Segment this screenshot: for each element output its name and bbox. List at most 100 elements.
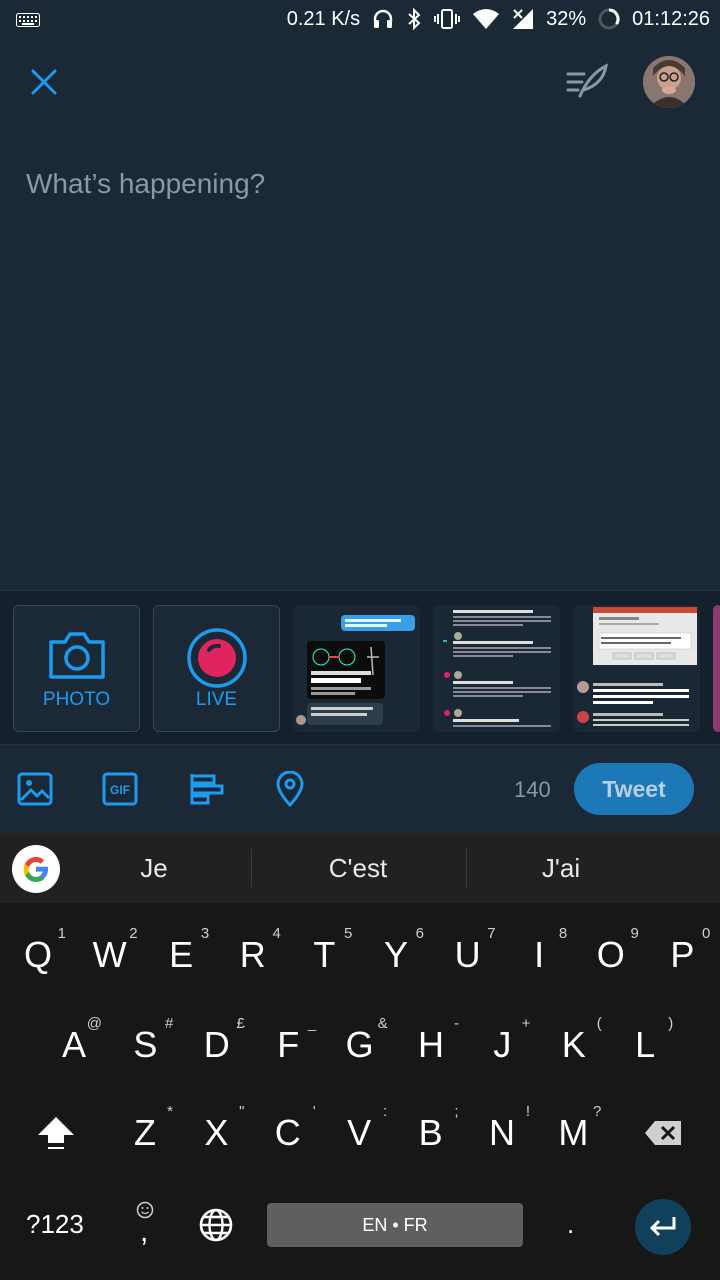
- key-u[interactable]: U7: [432, 915, 504, 995]
- key-hint: ;: [454, 1103, 459, 1120]
- key-f[interactable]: F _: [252, 1005, 324, 1085]
- key-hint: ): [668, 1015, 674, 1032]
- key-hint: *: [167, 1103, 173, 1120]
- key-label: F: [277, 1024, 300, 1065]
- key-hint: (: [596, 1015, 602, 1032]
- tweet-button[interactable]: Tweet: [574, 763, 694, 815]
- key-r[interactable]: R4: [217, 915, 289, 995]
- symbols-key[interactable]: ?123: [26, 1209, 84, 1240]
- key-hint: 1: [57, 925, 66, 942]
- key-label: A: [61, 1024, 86, 1065]
- key-y[interactable]: Y6: [360, 915, 432, 995]
- avatar[interactable]: [643, 56, 695, 108]
- key-label: V: [347, 1112, 372, 1153]
- key-label: C: [274, 1112, 301, 1153]
- key-label: H: [418, 1024, 444, 1065]
- gallery-thumbnail-2[interactable]: [433, 605, 560, 732]
- key-c[interactable]: C ': [252, 1093, 324, 1173]
- key-label: W: [92, 934, 127, 975]
- key-j[interactable]: J +: [466, 1005, 538, 1085]
- key-p[interactable]: P0: [646, 915, 718, 995]
- key-l[interactable]: L): [609, 1005, 681, 1085]
- key-label: X: [204, 1112, 229, 1153]
- suggestion-3[interactable]: J'ai: [491, 853, 631, 884]
- close-button[interactable]: [24, 62, 64, 102]
- key-d[interactable]: D £: [181, 1005, 253, 1085]
- key-x[interactable]: X ": [180, 1093, 252, 1173]
- key-label: N: [489, 1112, 515, 1153]
- space-key[interactable]: EN • FR: [267, 1203, 523, 1247]
- signal-icon: [512, 8, 534, 30]
- key-k[interactable]: K(: [538, 1005, 610, 1085]
- key-v[interactable]: V:: [323, 1093, 395, 1173]
- key-b[interactable]: B;: [395, 1093, 467, 1173]
- key-label: T: [313, 934, 336, 975]
- period-key[interactable]: .: [567, 1209, 574, 1240]
- headphones-icon: [372, 8, 394, 30]
- key-q[interactable]: Q1: [2, 915, 74, 995]
- key-hint: 3: [200, 925, 210, 942]
- key-label: S: [133, 1024, 158, 1065]
- live-button[interactable]: LIVE: [153, 605, 280, 732]
- character-count: 140: [514, 777, 551, 802]
- media-tray: PHOTO LIVE: [0, 590, 720, 745]
- shift-key[interactable]: [20, 1093, 92, 1173]
- key-n[interactable]: N!: [466, 1093, 538, 1173]
- close-icon: [31, 69, 57, 95]
- drafts-button[interactable]: [562, 60, 610, 104]
- key-hint: +: [521, 1015, 531, 1032]
- key-label: Z: [134, 1112, 156, 1153]
- backspace-key[interactable]: [627, 1093, 699, 1173]
- location-button[interactable]: [270, 769, 310, 809]
- key-label: B: [418, 1112, 443, 1153]
- location-pin-icon: [276, 771, 304, 807]
- key-g[interactable]: G &: [324, 1005, 396, 1085]
- key-hint: £: [236, 1015, 245, 1032]
- key-hint: :: [383, 1103, 388, 1120]
- gallery-thumbnail-4[interactable]: [713, 605, 720, 732]
- globe-language-key[interactable]: [198, 1207, 234, 1248]
- emoji-icon: [136, 1201, 154, 1224]
- drafts-quill-icon: [566, 63, 608, 98]
- key-hint: 4: [272, 925, 281, 942]
- photo-button[interactable]: PHOTO: [13, 605, 140, 732]
- key-hint: 0: [702, 925, 711, 942]
- svg-text:GIF: GIF: [110, 783, 130, 797]
- key-hint: 5: [344, 925, 353, 942]
- suggestion-2[interactable]: C'est: [288, 853, 428, 884]
- key-label: Q: [23, 934, 52, 975]
- key-o[interactable]: O9: [575, 915, 647, 995]
- key-i[interactable]: I8: [503, 915, 575, 995]
- gif-button[interactable]: GIF: [100, 769, 140, 809]
- key-hint: _: [307, 1015, 317, 1032]
- suggestion-1[interactable]: Je: [84, 853, 224, 884]
- photo-label: PHOTO: [42, 689, 111, 710]
- key-label: I: [534, 934, 545, 975]
- gallery-thumbnail-3[interactable]: [573, 605, 700, 732]
- google-icon[interactable]: [12, 845, 60, 893]
- key-label: U: [454, 934, 481, 975]
- globe-icon: [199, 1208, 233, 1242]
- gallery-thumbnail-1[interactable]: [293, 605, 420, 732]
- key-h[interactable]: H-: [395, 1005, 467, 1085]
- vibrate-icon: [434, 8, 461, 30]
- key-hint: ': [312, 1103, 316, 1120]
- tweet-text-input[interactable]: What’s happening?: [26, 168, 265, 200]
- key-hint: ?: [593, 1103, 602, 1120]
- key-s[interactable]: S #: [109, 1005, 181, 1085]
- poll-button[interactable]: [186, 769, 226, 809]
- compose-area[interactable]: What’s happening?: [0, 38, 720, 590]
- key-t[interactable]: T5: [288, 915, 360, 995]
- key-a[interactable]: A @: [38, 1005, 110, 1085]
- enter-key[interactable]: [635, 1199, 691, 1255]
- key-hint: ": [239, 1103, 245, 1120]
- net-speed: 0.21 K/s: [286, 7, 361, 30]
- key-w[interactable]: W2: [74, 915, 146, 995]
- key-z[interactable]: Z *: [109, 1093, 181, 1173]
- key-m[interactable]: M?: [537, 1093, 609, 1173]
- keyboard-icon: [16, 10, 40, 33]
- key-e[interactable]: E3: [145, 915, 217, 995]
- key-hint: 6: [415, 925, 424, 942]
- suggestion-divider: [251, 849, 252, 887]
- image-button[interactable]: [15, 769, 55, 809]
